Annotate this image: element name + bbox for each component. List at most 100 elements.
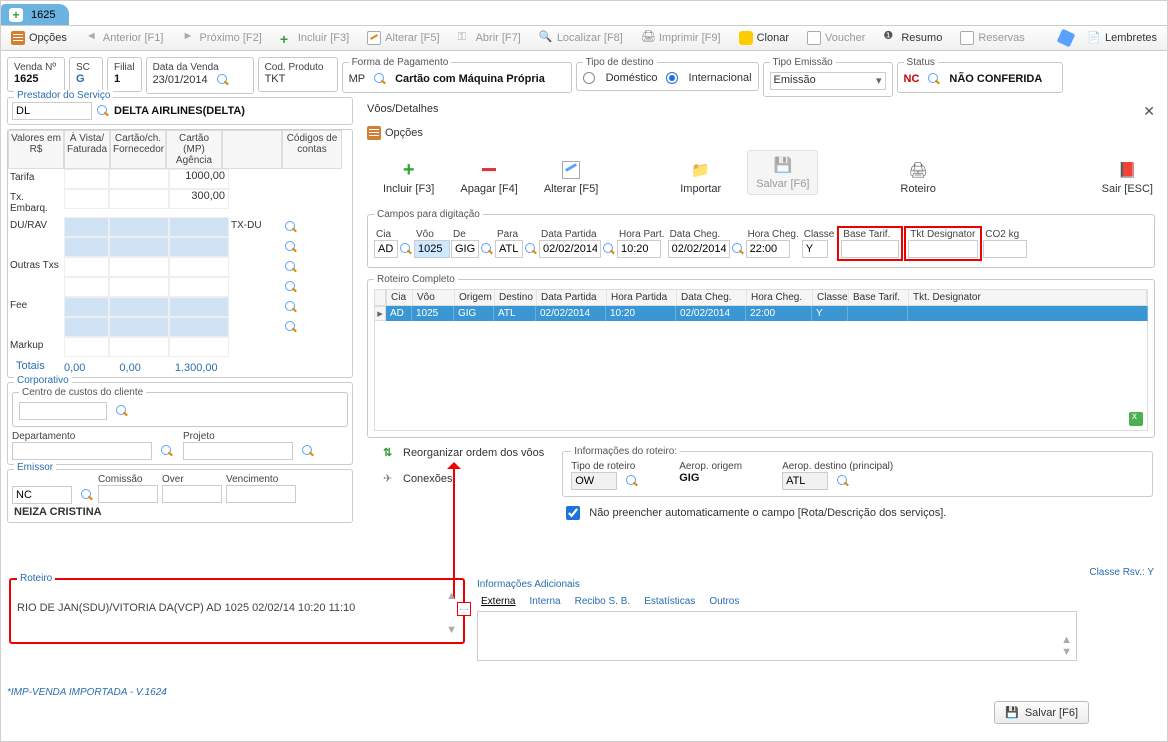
tipo-roteiro-input[interactable] (571, 472, 617, 490)
reservas-button[interactable]: Reservas (956, 29, 1028, 47)
search-icon[interactable] (731, 242, 745, 256)
radio-internacional[interactable] (666, 72, 678, 84)
hora-partida-input[interactable] (617, 240, 661, 258)
voo-incluir-button[interactable]: +Incluir [F3] (383, 160, 434, 195)
cia-input[interactable] (374, 240, 398, 258)
search-icon[interactable] (216, 73, 230, 87)
base-tarif-input[interactable] (841, 240, 899, 258)
search-icon[interactable] (836, 474, 850, 488)
search-icon[interactable] (80, 488, 94, 502)
aerop-destino-input[interactable] (782, 472, 828, 490)
opcoes-button[interactable]: Opções (7, 29, 71, 47)
search-icon[interactable] (625, 474, 639, 488)
voucher-button[interactable]: Voucher (803, 29, 869, 47)
hora-cheg-input[interactable] (746, 240, 790, 258)
centro-custos-input[interactable] (19, 402, 107, 420)
document-tab[interactable]: + 1625 (1, 4, 69, 25)
search-icon[interactable] (927, 72, 941, 86)
row-indicator: ▸ (374, 306, 386, 321)
departamento-input[interactable] (12, 442, 152, 460)
provider-code-input[interactable] (12, 102, 92, 120)
search-icon[interactable] (160, 444, 174, 458)
tab-outros[interactable]: Outros (709, 596, 739, 607)
doc-icon (807, 31, 821, 45)
anterior-button[interactable]: Anterior [F1] (81, 29, 168, 47)
close-icon[interactable]: ✕ (1143, 103, 1155, 120)
comissao-input[interactable] (98, 485, 158, 503)
tipo-destino-field: Tipo de destino Doméstico Internacional (576, 57, 759, 91)
roteiro-completo: Roteiro Completo Cia Vôo Origem Destino … (367, 274, 1155, 438)
search-icon[interactable] (284, 300, 298, 314)
over-input[interactable] (162, 485, 222, 503)
tab-estatisticas[interactable]: Estatísticas (644, 596, 695, 607)
emissor-code-input[interactable] (12, 486, 72, 504)
proximo-button[interactable]: Próximo [F2] (177, 29, 265, 47)
search-icon[interactable] (284, 320, 298, 334)
tipo-emissao-field: Tipo Emissão Emissão (763, 57, 893, 97)
data-partida-input[interactable] (539, 240, 601, 258)
tab-externa[interactable]: Externa (481, 596, 515, 607)
search-icon[interactable] (284, 260, 298, 274)
info-roteiro: Informações do roteiro: Tipo de roteiro … (562, 446, 1153, 497)
voos-title: Vôos/Detalhes (367, 103, 439, 120)
excel-icon[interactable] (1129, 412, 1143, 426)
voo-input[interactable] (414, 240, 450, 258)
expand-icon[interactable]: ··· (457, 602, 471, 616)
header-fields: Venda Nº 1625 SC G Filial 1 Data da Vend… (1, 51, 1167, 99)
abrir-button[interactable]: Abrir [F7] (454, 29, 525, 47)
alterar-button[interactable]: Alterar [F5] (363, 29, 443, 47)
tag-icon[interactable] (1057, 29, 1076, 48)
conexoes-button[interactable]: Conexões (383, 472, 544, 486)
radio-domestico[interactable] (583, 72, 595, 84)
voo-sair-button[interactable]: Sair [ESC] (1102, 160, 1153, 195)
campos-digitacao: Campos para digitação Cia Vôo De Para Da… (367, 209, 1155, 268)
search-icon[interactable] (480, 242, 494, 256)
search-icon[interactable] (284, 280, 298, 294)
search-icon[interactable] (284, 220, 298, 234)
lembretes-button[interactable]: Lembretes (1083, 29, 1161, 47)
voo-alterar-button[interactable]: Alterar [F5] (544, 160, 598, 195)
incluir-button[interactable]: Incluir [F3] (276, 29, 353, 47)
de-input[interactable] (451, 240, 479, 258)
tab-recibo[interactable]: Recibo S. B. (575, 596, 631, 607)
data-venda-field: Data da Venda 23/01/2014 (146, 57, 254, 94)
scroll-up-icon[interactable]: ▲ (446, 590, 457, 602)
salvar-button[interactable]: Salvar [F6] (994, 701, 1089, 724)
arrow-right-icon (181, 31, 195, 45)
classe-input[interactable] (802, 240, 828, 258)
voo-importar-button[interactable]: Importar (680, 160, 721, 195)
vencimento-input[interactable] (226, 485, 296, 503)
tab-interna[interactable]: Interna (529, 596, 560, 607)
roteiro-row[interactable]: AD 1025 GIG ATL 02/02/2014 10:20 02/02/2… (386, 306, 1148, 321)
reorganizar-button[interactable]: Reorganizar ordem dos vôos (383, 446, 544, 460)
search-icon[interactable] (96, 104, 110, 118)
nao-preencher-checkbox[interactable] (566, 506, 580, 520)
tkt-designator-input[interactable] (908, 240, 978, 258)
search-icon[interactable] (301, 444, 315, 458)
voos-panel: Vôos/Detalhes ✕ Opções +Incluir [F3] −Ap… (361, 101, 1161, 527)
data-cheg-input[interactable] (668, 240, 730, 258)
voos-opcoes-button[interactable]: Opções (385, 127, 423, 139)
imprimir-button[interactable]: Imprimir [F9] (637, 29, 725, 47)
voo-roteiro-button[interactable]: Roteiro (900, 160, 935, 195)
scroll-down-icon[interactable]: ▼ (446, 624, 457, 636)
clonar-button[interactable]: Clonar (735, 29, 793, 47)
search-icon[interactable] (373, 72, 387, 86)
search-icon[interactable] (284, 240, 298, 254)
arrow-left-icon (85, 31, 99, 45)
tipo-emissao-select[interactable]: Emissão (770, 72, 886, 90)
search-icon (539, 31, 553, 45)
key-icon (458, 31, 472, 45)
localizar-button[interactable]: Localizar [F8] (535, 29, 627, 47)
search-icon[interactable] (399, 242, 413, 256)
projeto-input[interactable] (183, 442, 293, 460)
search-icon[interactable] (602, 242, 616, 256)
voo-apagar-button[interactable]: −Apagar [F4] (460, 160, 517, 195)
voo-salvar-button[interactable]: Salvar [F6] (747, 150, 818, 195)
info-adic-textarea[interactable]: ▲▼ (477, 611, 1077, 661)
resumo-button[interactable]: Resumo (879, 29, 946, 47)
para-input[interactable] (495, 240, 523, 258)
search-icon[interactable] (115, 404, 129, 418)
search-icon[interactable] (524, 242, 538, 256)
co2-input[interactable] (983, 240, 1027, 258)
